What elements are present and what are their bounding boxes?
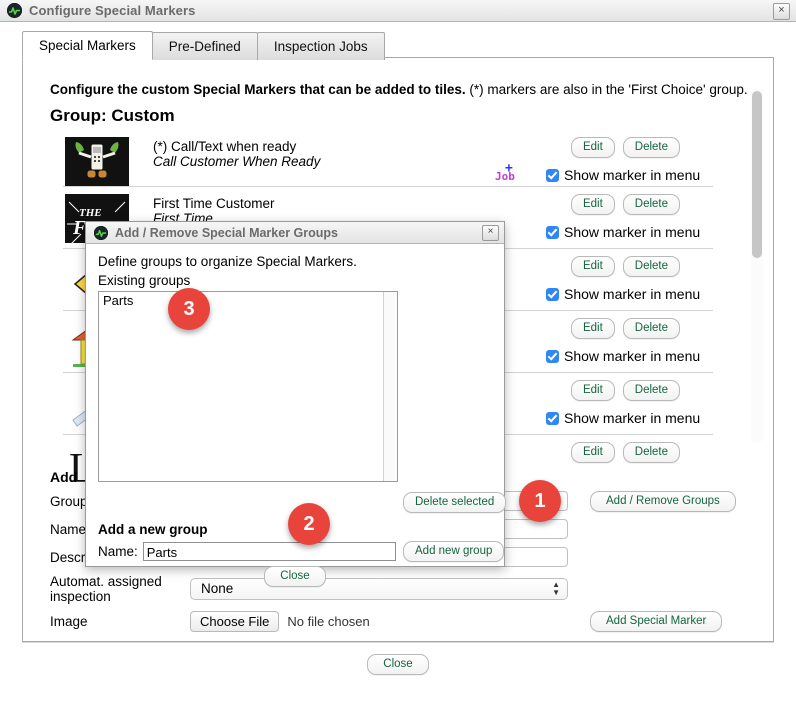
existing-groups-label: Existing groups xyxy=(98,273,191,288)
edit-button[interactable]: Edit xyxy=(570,194,615,215)
edit-button[interactable]: Edit xyxy=(570,380,615,401)
window-title: Configure Special Markers xyxy=(29,3,196,18)
row-actions: Edit Delete Show marker in menu xyxy=(538,318,713,364)
delete-selected-button[interactable]: Delete selected xyxy=(403,492,507,513)
annotation-badge-3: 3 xyxy=(168,288,210,330)
delete-button[interactable]: Delete xyxy=(622,380,681,401)
add-new-group-title: Add a new group xyxy=(98,522,208,537)
plus-glyph: + xyxy=(505,161,513,176)
intro-bold: Configure the custom Special Markers tha… xyxy=(50,82,466,97)
table-row[interactable]: (*) Call/Text when ready Call Customer W… xyxy=(63,130,713,187)
modal-titlebar: Add / Remove Special Marker Groups × xyxy=(86,222,504,244)
delete-button[interactable]: Delete xyxy=(622,137,681,158)
row-actions: Edit Delete Show marker in menu xyxy=(538,380,713,426)
add-section-title: Add xyxy=(50,469,78,485)
show-marker-label: Show marker in menu xyxy=(564,224,701,240)
add-new-group-button[interactable]: Add new group xyxy=(403,541,505,562)
tab-special-markers[interactable]: Special Markers xyxy=(22,31,153,60)
modal-description: Define groups to organize Special Marker… xyxy=(98,254,357,269)
modal-close-button[interactable]: Close xyxy=(264,566,326,587)
marker-name: (*) Call/Text when ready xyxy=(153,139,297,154)
annotation-badge-2: 2 xyxy=(288,503,330,545)
edit-button[interactable]: Edit xyxy=(570,137,615,158)
group-heading: Group: Custom xyxy=(50,106,175,125)
modal-body: Define groups to organize Special Marker… xyxy=(86,244,507,587)
list-item[interactable]: Parts xyxy=(99,292,397,309)
show-marker-label: Show marker in menu xyxy=(564,286,701,302)
footer-actions: Close xyxy=(0,654,796,675)
chevron-updown-icon: ▲ ▼ xyxy=(552,580,560,597)
app-waveform-icon xyxy=(94,225,108,240)
new-group-name-row: Name: Parts xyxy=(98,542,396,561)
add-special-marker-button[interactable]: Add Special Marker xyxy=(590,610,723,632)
window-close-icon[interactable]: × xyxy=(773,3,790,20)
delete-button[interactable]: Delete xyxy=(622,256,681,277)
row-actions: Edit Delete Show marker in menu xyxy=(538,256,713,302)
existing-groups-listbox[interactable]: Parts xyxy=(98,291,398,482)
edit-button[interactable]: Edit xyxy=(570,442,615,463)
tab-pre-defined[interactable]: Pre-Defined xyxy=(151,32,258,60)
marker-info: (*) Call/Text when ready Call Customer W… xyxy=(153,137,538,169)
row-actions: Edit Delete Show marker in menu xyxy=(538,137,713,183)
show-marker-checkbox[interactable] xyxy=(546,225,559,239)
marker-list-scrollbar[interactable] xyxy=(751,88,763,443)
show-marker-label: Show marker in menu xyxy=(564,348,701,364)
modal-footer: Close xyxy=(86,566,504,587)
show-marker-label: Show marker in menu xyxy=(564,167,701,183)
row-actions: Edit Delete xyxy=(538,442,713,463)
edit-button[interactable]: Edit xyxy=(570,256,615,277)
edit-button[interactable]: Edit xyxy=(570,318,615,339)
tab-inspection-jobs[interactable]: Inspection Jobs xyxy=(256,32,385,60)
show-marker-checkbox[interactable] xyxy=(546,168,559,182)
no-file-chosen-label: No file chosen xyxy=(287,613,370,629)
job-plus-icon: + Job xyxy=(495,162,515,182)
listbox-scrollbar[interactable] xyxy=(383,292,397,481)
close-button[interactable]: Close xyxy=(367,654,429,675)
tabstrip: Special Markers Pre-Defined Inspection J… xyxy=(22,31,385,60)
delete-button[interactable]: Delete xyxy=(622,318,681,339)
choose-file-button[interactable]: Choose File xyxy=(190,610,280,632)
image-label: Image xyxy=(50,613,88,629)
modal-close-icon[interactable]: × xyxy=(482,225,499,241)
delete-button[interactable]: Delete xyxy=(622,194,681,215)
intro-text: Configure the custom Special Markers tha… xyxy=(50,82,748,97)
file-picker[interactable]: Choose File No file chosen xyxy=(190,610,568,632)
footer-divider xyxy=(22,642,774,643)
marker-name: First Time Customer xyxy=(153,196,275,211)
modal-title: Add / Remove Special Marker Groups xyxy=(115,225,338,240)
delete-button[interactable]: Delete xyxy=(622,442,681,463)
show-marker-checkbox[interactable] xyxy=(546,349,559,363)
show-marker-checkbox[interactable] xyxy=(546,287,559,301)
intro-rest: (*) markers are also in the 'First Choic… xyxy=(465,82,748,97)
add-remove-groups-button[interactable]: Add / Remove Groups xyxy=(590,490,736,512)
new-group-name-label: Name: xyxy=(98,544,138,559)
app-waveform-icon xyxy=(7,3,22,18)
scrollbar-thumb[interactable] xyxy=(752,91,762,258)
new-group-name-input[interactable]: Parts xyxy=(142,542,396,561)
window-titlebar: Configure Special Markers × xyxy=(0,0,796,22)
show-marker-checkbox[interactable] xyxy=(546,411,559,425)
marker-description: Call Customer When Ready xyxy=(153,154,321,169)
annotation-badge-1: 1 xyxy=(519,480,561,522)
show-marker-label: Show marker in menu xyxy=(564,410,701,426)
row-actions: Edit Delete Show marker in menu xyxy=(538,194,713,240)
phone-character-thumb xyxy=(65,137,129,186)
form-row-image: Image Choose File No file chosen Add Spe… xyxy=(50,610,750,632)
